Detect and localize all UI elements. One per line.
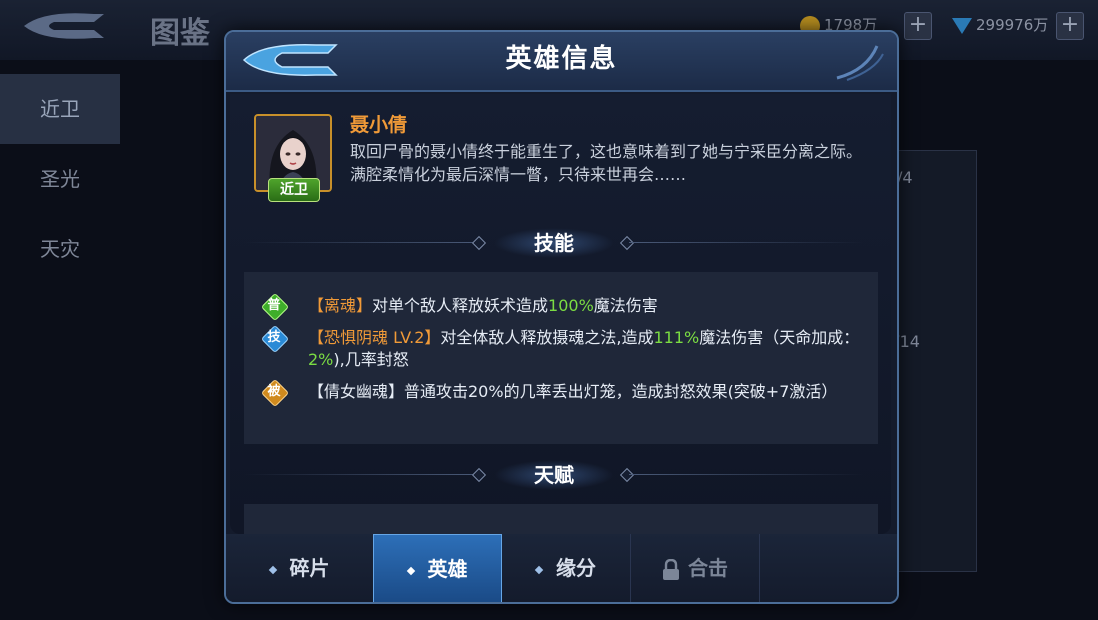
normal-attack-icon: 普 [260,292,290,322]
tab-combo-attack[interactable]: 合击 [631,534,760,602]
hero-description: 取回尸骨的聂小倩终于能重生了，这也意味着到了她与宁采臣分离之际。满腔柔情化为最后… [350,142,863,184]
background-title: 图鉴 [150,16,210,51]
talent-heading-label: 天赋 [534,463,574,487]
skill-name: 【恐惧阴魂 LV.2】 [308,328,441,347]
divider-left [244,242,479,243]
divider-right [629,242,864,243]
tab-bullet-icon [406,566,415,575]
tab-fragments[interactable]: 碎片 [226,534,374,602]
modal-title: 英雄信息 [505,44,618,74]
background-side-nav: 近卫 圣光 天灾 [0,74,120,284]
background-hero-list [895,150,977,572]
skills-section-heading: 技能 [244,228,864,258]
skill-description: 【恐惧阴魂 LV.2】对全体敌人释放摄魂之法,造成111%魔法伤害（天命加成： 2… [308,327,864,371]
background-fragment-count-1: /4 [897,168,913,187]
skills-list: 普 【离魂】对单个敌人释放妖术造成100%魔法伤害 技 【恐惧阴魂 LV.2】对… [244,272,878,444]
skill-text-before: 对全体敌人释放摄魂之法,造成 [440,328,654,347]
divider-right [629,474,864,475]
background-back-icon[interactable] [14,6,114,46]
side-nav-item-guard[interactable]: 近卫 [0,74,120,144]
gem-icon [952,17,972,34]
tab-label: 合击 [688,556,728,580]
talent-list [244,504,878,534]
hero-name: 聂小倩 [350,114,408,136]
hero-class-badge: 近卫 [268,178,320,202]
skill-highlight: 111% [653,328,700,347]
side-nav-item-holy[interactable]: 圣光 [0,144,120,214]
divider-left-dot [471,235,487,251]
normal-attack-icon-label: 普 [267,298,281,313]
lock-icon [663,558,679,580]
skill-description: 【离魂】对单个敌人释放妖术造成100%魔法伤害 [308,295,864,317]
modal-header: 英雄信息 [226,32,897,92]
tab-bond[interactable]: 缘分 [502,534,631,602]
gem-amount: 299976万 [976,16,1049,34]
skill-text-before: 【倩女幽魂】普通攻击20%的几率丢出灯笼，造成封怒效果(突破+7激活） [308,382,838,401]
talent-section-heading: 天赋 [244,460,864,490]
tab-hero[interactable]: 英雄 [373,534,502,602]
tab-bullet-icon [268,565,277,574]
modal-content: 近卫 聂小倩 取回尸骨的聂小倩终于能重生了，这也意味着到了她与宁采臣分离之际。满… [230,94,891,534]
passive-skill-icon-label: 被 [267,384,281,399]
skill-highlight-2: 2% [308,350,334,369]
divider-left-dot [471,467,487,483]
tab-bullet-icon [534,565,544,574]
tab-label: 缘分 [556,556,596,580]
skill-name: 【离魂】 [308,296,373,315]
skill-highlight: 100% [548,296,594,315]
header-ornament-icon [836,45,884,81]
hero-tab-bar: 碎片 英雄 缘分 合击 [226,534,897,602]
active-skill-icon: 技 [260,324,290,354]
tab-label: 英雄 [427,557,468,581]
skill-description: 【倩女幽魂】普通攻击20%的几率丢出灯笼，造成封怒效果(突破+7激活） [308,381,864,403]
skill-text-after-2: ),几率封怒 [333,350,409,369]
gem-counter: 299976万 [952,14,1048,35]
divider-right-dot [619,467,635,483]
divider-left [244,474,479,475]
skills-heading-label: 技能 [534,231,574,255]
tab-label: 碎片 [289,556,330,580]
side-nav-item-scourge[interactable]: 天灾 [0,214,120,284]
skill-text-before: 对单个敌人释放妖术造成 [372,296,549,315]
divider-right-dot [619,235,635,251]
active-skill-icon-label: 技 [267,330,281,345]
passive-skill-icon: 被 [260,378,290,408]
add-gold-button[interactable]: + [904,12,932,40]
add-gems-button[interactable]: + [1056,12,1084,40]
hero-info-modal: 英雄信息 近卫 聂小倩 取回尸骨的聂小倩终于能重生了，这也意味着到了她与宁采臣分… [224,30,899,604]
skill-text-after: 魔法伤害（天命加成： [699,328,860,347]
skill-text-after: 魔法伤害 [593,296,658,315]
